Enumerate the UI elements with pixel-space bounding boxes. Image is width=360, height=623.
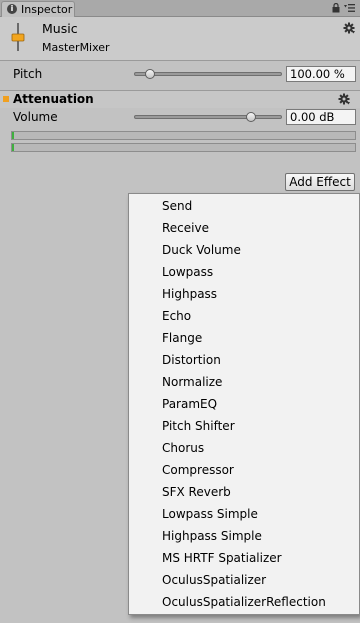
lock-icon[interactable]: [332, 3, 340, 13]
level-meter-right: [11, 143, 356, 152]
volume-slider-thumb[interactable]: [245, 112, 256, 122]
menu-item[interactable]: Normalize: [162, 371, 222, 393]
pitch-label: Pitch: [13, 67, 43, 81]
tab-strip: i Inspector: [0, 0, 360, 17]
pitch-slider[interactable]: [134, 72, 282, 76]
volume-field[interactable]: 0.00 dB: [286, 109, 356, 125]
menu-item[interactable]: Chorus: [162, 437, 204, 459]
menu-item[interactable]: Compressor: [162, 459, 234, 481]
object-subtitle: MasterMixer: [42, 41, 110, 54]
volume-label: Volume: [13, 110, 58, 124]
object-title: Music: [42, 21, 78, 36]
inspector-header: Music MasterMixer: [0, 17, 360, 61]
menu-item[interactable]: Duck Volume: [162, 239, 241, 261]
menu-item[interactable]: ParamEQ: [162, 393, 217, 415]
menu-item[interactable]: Highpass: [162, 283, 217, 305]
menu-item[interactable]: Echo: [162, 305, 191, 327]
menu-item[interactable]: Lowpass: [162, 261, 213, 283]
menu-item[interactable]: Pitch Shifter: [162, 415, 235, 437]
menu-item[interactable]: MS HRTF Spatializer: [162, 547, 282, 569]
menu-item[interactable]: OculusSpatializer: [162, 569, 266, 591]
menu-item[interactable]: Highpass Simple: [162, 525, 262, 547]
add-effect-menu: Send Receive Duck Volume Lowpass Highpass Ech…: [128, 193, 360, 615]
menu-item[interactable]: Receive: [162, 217, 209, 239]
level-meter-fill: [12, 144, 14, 151]
level-meter-fill: [12, 132, 14, 139]
menu-icon[interactable]: [344, 3, 355, 13]
level-meter-left: [11, 131, 356, 140]
attenuation-section-header[interactable]: Attenuation: [0, 90, 360, 108]
audio-mixer-fader-icon: [11, 23, 25, 51]
gear-icon[interactable]: [338, 93, 350, 105]
add-effect-button[interactable]: Add Effect: [285, 173, 355, 191]
info-icon: i: [7, 4, 17, 14]
gear-icon[interactable]: [343, 22, 355, 34]
volume-slider[interactable]: [134, 115, 282, 119]
pitch-field[interactable]: 100.00 %: [286, 66, 356, 82]
tab-inspector-label: Inspector: [21, 3, 73, 16]
menu-item[interactable]: SFX Reverb: [162, 481, 231, 503]
attenuation-title: Attenuation: [13, 92, 94, 106]
menu-item[interactable]: Send: [162, 195, 192, 217]
tab-inspector[interactable]: i Inspector: [1, 1, 75, 17]
menu-item[interactable]: Distortion: [162, 349, 221, 371]
menu-item[interactable]: Flange: [162, 327, 202, 349]
effect-color-indicator: [3, 96, 9, 102]
menu-item[interactable]: OculusSpatializerReflection: [162, 591, 326, 613]
menu-item[interactable]: Lowpass Simple: [162, 503, 258, 525]
pitch-slider-thumb[interactable]: [145, 69, 156, 79]
